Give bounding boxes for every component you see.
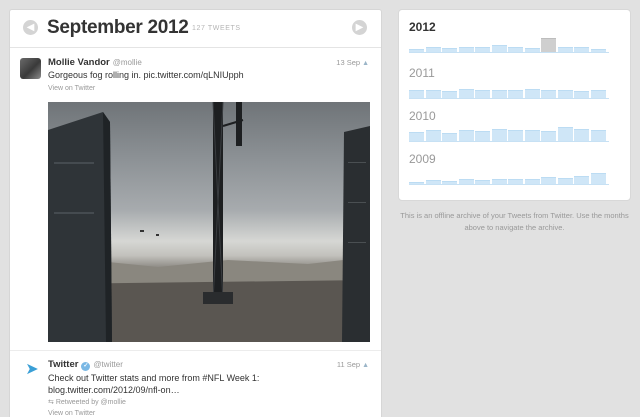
month-bar[interactable] — [491, 129, 507, 141]
month-bar[interactable] — [425, 90, 441, 98]
month-bar[interactable] — [442, 133, 457, 141]
author-name: Twitter — [48, 359, 79, 370]
tweet-author[interactable]: Twitter ✓ @twitter — [48, 359, 123, 371]
fog-photo-image — [48, 102, 370, 342]
month-bar[interactable] — [475, 90, 490, 98]
tweet-item: ➤ Twitter ✓ @twitter 11 Sep ▲ Check out Twi… — [10, 350, 381, 417]
month-bar[interactable] — [541, 131, 556, 141]
month-bar[interactable] — [508, 179, 523, 184]
month-bar[interactable] — [524, 48, 540, 52]
month-bar[interactable] — [409, 182, 424, 184]
month-bar[interactable] — [458, 89, 474, 98]
year-label[interactable]: 2012 — [409, 20, 621, 34]
month-bars — [409, 125, 609, 142]
avatar[interactable] — [20, 58, 41, 79]
next-month-button[interactable]: ▶ — [352, 20, 367, 35]
year-label[interactable]: 2011 — [409, 66, 621, 80]
month-bar[interactable] — [524, 130, 540, 141]
month-bar[interactable] — [541, 38, 556, 52]
month-title: September 2012 — [47, 17, 189, 38]
twitter-bird-icon: ▲ — [362, 60, 369, 67]
month-bar[interactable] — [475, 131, 490, 141]
year-2009[interactable]: 2009 — [409, 152, 621, 185]
month-bar[interactable] — [491, 90, 507, 98]
month-bar[interactable] — [590, 173, 606, 184]
month-bar[interactable] — [425, 47, 441, 52]
month-bar[interactable] — [574, 47, 589, 52]
month-bar[interactable] — [524, 179, 540, 184]
month-bar[interactable] — [409, 132, 424, 141]
month-bar[interactable] — [491, 179, 507, 184]
tweets-panel: ◀ September 2012 127 TWEETS ▶ Mollie Van… — [9, 9, 382, 417]
month-bar[interactable] — [409, 49, 424, 52]
tweet-photo[interactable] — [48, 102, 370, 342]
month-bar[interactable] — [458, 47, 474, 52]
year-2011[interactable]: 2011 — [409, 66, 621, 99]
month-bar[interactable] — [458, 179, 474, 184]
year-label[interactable]: 2009 — [409, 152, 621, 166]
archive-navigator: 2012 2011 2010 2009 — [398, 9, 631, 201]
month-bar[interactable] — [475, 47, 490, 52]
month-bar[interactable] — [557, 178, 573, 184]
tweet-author[interactable]: Mollie Vandor @mollie — [48, 57, 142, 68]
twitter-bird-icon: ▲ — [362, 362, 369, 369]
year-label[interactable]: 2010 — [409, 109, 621, 123]
tweet-date[interactable]: 11 Sep ▲ — [337, 360, 369, 369]
month-bar[interactable] — [541, 177, 556, 184]
month-bar[interactable] — [442, 181, 457, 184]
year-2012[interactable]: 2012 — [409, 20, 621, 53]
month-bars — [409, 168, 609, 185]
view-on-twitter-link[interactable]: View on Twitter — [48, 410, 95, 417]
month-bar[interactable] — [557, 127, 573, 141]
retweeted-by: ⇆ Retweeted by @mollie — [48, 398, 126, 406]
month-bar[interactable] — [557, 47, 573, 52]
month-bar[interactable] — [425, 130, 441, 141]
author-handle: @mollie — [112, 58, 142, 67]
month-bar[interactable] — [590, 130, 606, 141]
prev-month-button[interactable]: ◀ — [23, 20, 38, 35]
month-bar[interactable] — [475, 180, 490, 184]
month-bars — [409, 36, 609, 53]
date-text: 13 Sep — [336, 58, 361, 67]
month-bar[interactable] — [442, 91, 457, 98]
month-bar[interactable] — [442, 48, 457, 52]
twitter-bird-icon[interactable]: ➤ — [23, 361, 41, 379]
date-text: 11 Sep — [336, 360, 361, 369]
archive-note: This is an offline archive of your Tweet… — [400, 211, 629, 232]
month-bar[interactable] — [409, 90, 424, 98]
month-bar[interactable] — [574, 176, 589, 184]
month-bar[interactable] — [574, 129, 589, 141]
verified-badge-icon: ✓ — [81, 362, 91, 371]
retweet-icon: ⇆ — [48, 399, 56, 406]
month-bar[interactable] — [425, 180, 441, 184]
month-bar[interactable] — [508, 90, 523, 98]
retweeted-text: Retweeted by @mollie — [55, 399, 126, 406]
month-bar[interactable] — [524, 89, 540, 98]
month-bar[interactable] — [491, 45, 507, 52]
tweet-date[interactable]: 13 Sep ▲ — [336, 58, 369, 67]
tweet-count: 127 TWEETS — [192, 25, 241, 32]
month-bar[interactable] — [574, 91, 589, 98]
month-bar[interactable] — [590, 90, 606, 98]
view-on-twitter-link[interactable]: View on Twitter — [48, 85, 95, 92]
month-bars — [409, 82, 609, 99]
month-bar[interactable] — [458, 130, 474, 141]
month-bar[interactable] — [508, 130, 523, 141]
tweet-text: Check out Twitter stats and more from #N… — [48, 373, 260, 395]
month-bar[interactable] — [590, 49, 606, 52]
month-bar[interactable] — [541, 90, 556, 98]
month-bar[interactable] — [557, 90, 573, 98]
month-bar[interactable] — [508, 47, 523, 52]
author-name: Mollie Vandor — [48, 57, 110, 68]
month-header: ◀ September 2012 127 TWEETS ▶ — [10, 10, 381, 48]
tweet-text: Gorgeous fog rolling in. pic.twitter.com… — [48, 70, 244, 80]
author-handle: @twitter — [93, 360, 123, 369]
year-2010[interactable]: 2010 — [409, 109, 621, 142]
